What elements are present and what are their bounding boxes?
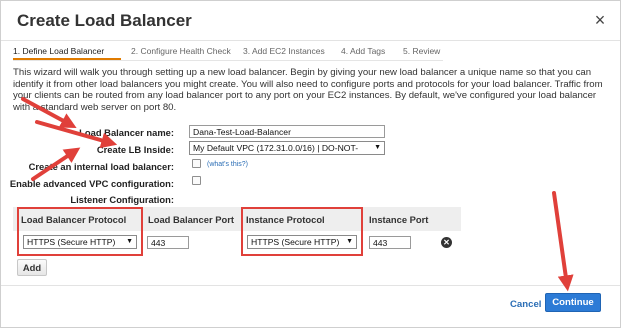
- footer-divider: [1, 285, 620, 286]
- lb-name-input[interactable]: [189, 125, 385, 138]
- close-icon[interactable]: ×: [592, 11, 608, 29]
- lb-inside-value: My Default VPC (172.31.0.0/16) | DO-NOT-: [193, 143, 359, 153]
- lb-port-input[interactable]: [147, 236, 189, 249]
- whats-this-link[interactable]: (what's this?): [207, 161, 248, 168]
- lb-inside-select[interactable]: My Default VPC (172.31.0.0/16) | DO-NOT-…: [189, 141, 385, 155]
- remove-circle-icon[interactable]: ✕: [441, 237, 452, 248]
- chevron-down-icon: ▼: [374, 144, 381, 151]
- tab-add-tags[interactable]: 4. Add Tags: [341, 45, 385, 59]
- advanced-vpc-label: Enable advanced VPC configuration:: [9, 178, 174, 189]
- instance-port-input[interactable]: [369, 236, 411, 249]
- header-lb-port: Load Balancer Port: [148, 214, 234, 225]
- annotation-box-instance-protocol: [241, 207, 363, 256]
- cancel-button[interactable]: Cancel: [510, 299, 541, 310]
- internal-lb-label: Create an internal load balancer:: [28, 161, 174, 172]
- annotation-box-lb-protocol: [17, 207, 143, 256]
- dialog-header: Create Load Balancer ×: [1, 1, 620, 41]
- wizard-steps: 1. Define Load Balancer 2. Configure Hea…: [13, 45, 613, 63]
- tab-configure-health-check[interactable]: 2. Configure Health Check: [131, 45, 231, 59]
- advanced-vpc-checkbox[interactable]: [192, 176, 201, 185]
- dialog-title: Create Load Balancer: [17, 11, 192, 30]
- arrow-to-continue: [552, 191, 574, 292]
- lb-name-label: Load Balancer name:: [79, 127, 174, 138]
- tab-review[interactable]: 5. Review: [403, 45, 440, 59]
- internal-lb-checkbox[interactable]: [192, 159, 201, 168]
- create-load-balancer-dialog: Create Load Balancer × 1. Define Load Ba…: [0, 0, 621, 328]
- add-listener-button[interactable]: Add: [17, 259, 47, 276]
- lb-inside-label: Create LB Inside:: [96, 144, 174, 155]
- tabs-divider: [13, 60, 443, 61]
- continue-button[interactable]: Continue: [545, 293, 601, 312]
- listener-configuration-label: Listener Configuration:: [70, 194, 174, 205]
- wizard-intro-text: This wizard will walk you through settin…: [13, 67, 603, 114]
- active-tab-indicator: [13, 58, 121, 60]
- header-instance-port: Instance Port: [369, 214, 429, 225]
- tab-add-ec2-instances[interactable]: 3. Add EC2 Instances: [243, 45, 325, 59]
- tab-define-load-balancer[interactable]: 1. Define Load Balancer: [13, 45, 104, 59]
